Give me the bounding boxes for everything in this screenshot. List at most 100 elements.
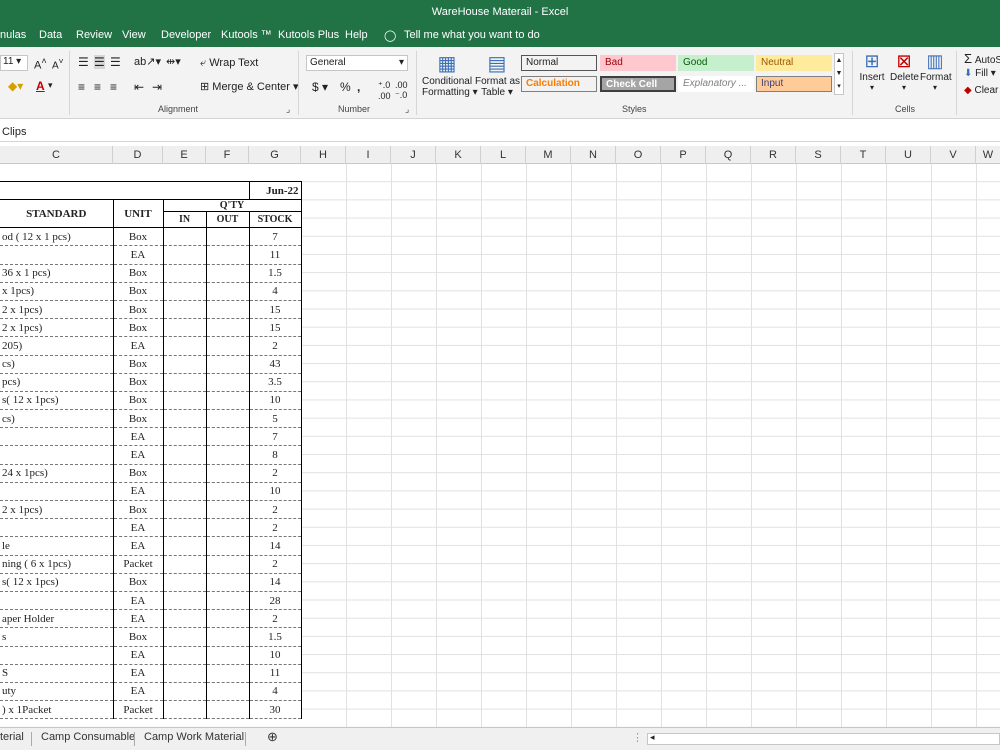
in-cell[interactable]: [162, 354, 207, 374]
standard-cell[interactable]: 205): [0, 336, 114, 356]
decrease-indent-icon[interactable]: ⇤: [134, 80, 144, 94]
style-check-cell[interactable]: Check Cell: [600, 76, 676, 92]
alignment-dialog-launcher-icon[interactable]: ⌟: [286, 104, 290, 115]
stock-cell[interactable]: 7: [248, 227, 302, 247]
tell-me-search[interactable]: Tell me what you want to do: [404, 29, 540, 41]
stock-cell[interactable]: 1.5: [248, 627, 302, 647]
in-cell[interactable]: [162, 536, 207, 556]
header-unit[interactable]: UNIT: [112, 199, 164, 229]
column-header[interactable]: E: [163, 146, 206, 164]
standard-cell[interactable]: od ( 12 x 1 pcs): [0, 227, 114, 247]
out-cell[interactable]: [205, 518, 250, 538]
in-cell[interactable]: [162, 627, 207, 647]
stock-cell[interactable]: 28: [248, 590, 302, 611]
standard-cell[interactable]: [0, 590, 114, 611]
format-button[interactable]: ▥ Format ▾: [920, 51, 952, 92]
stock-cell[interactable]: 15: [248, 299, 302, 320]
in-cell[interactable]: [162, 499, 207, 520]
column-header[interactable]: U: [886, 146, 931, 164]
in-cell[interactable]: [162, 245, 207, 265]
clear-button[interactable]: ◆ Clear: [964, 85, 998, 96]
stock-cell[interactable]: 2: [248, 499, 302, 520]
insert-button[interactable]: ⊞ Insert ▾: [858, 51, 886, 92]
column-header[interactable]: C: [0, 146, 113, 164]
stock-cell[interactable]: 15: [248, 318, 302, 338]
percent-icon[interactable]: %: [340, 80, 351, 94]
style-normal[interactable]: Normal: [521, 55, 597, 71]
stock-cell[interactable]: 10: [248, 390, 302, 411]
tab-help[interactable]: Help: [345, 29, 368, 41]
in-cell[interactable]: [162, 427, 207, 447]
stock-cell[interactable]: 7: [248, 427, 302, 447]
unit-cell[interactable]: EA: [112, 518, 164, 538]
tab-developer[interactable]: Developer: [161, 29, 211, 41]
fill-color-icon[interactable]: ◆▾: [8, 79, 23, 93]
in-cell[interactable]: [162, 445, 207, 465]
stock-cell[interactable]: 2: [248, 518, 302, 538]
standard-cell[interactable]: [0, 518, 114, 538]
stock-cell[interactable]: 14: [248, 572, 302, 592]
unit-cell[interactable]: EA: [112, 645, 164, 665]
standard-cell[interactable]: 2 x 1pcs): [0, 318, 114, 338]
stock-cell[interactable]: 3.5: [248, 372, 302, 392]
unit-cell[interactable]: EA: [112, 427, 164, 447]
standard-cell[interactable]: uty: [0, 681, 114, 702]
out-cell[interactable]: [205, 590, 250, 611]
column-header[interactable]: L: [481, 146, 526, 164]
header-out[interactable]: OUT: [205, 211, 250, 229]
stock-cell[interactable]: 10: [248, 645, 302, 665]
font-size-select[interactable]: 11 ▾: [0, 55, 28, 71]
unit-cell[interactable]: EA: [112, 336, 164, 356]
out-cell[interactable]: [205, 700, 250, 720]
unit-cell[interactable]: Box: [112, 299, 164, 320]
unit-cell[interactable]: Box: [112, 372, 164, 392]
out-cell[interactable]: [205, 681, 250, 702]
align-middle-icon[interactable]: ☰: [94, 55, 105, 69]
style-input[interactable]: Input: [756, 76, 832, 92]
unit-cell[interactable]: Box: [112, 627, 164, 647]
stock-cell[interactable]: 2: [248, 609, 302, 629]
horizontal-scrollbar[interactable]: ◂: [647, 732, 1000, 745]
standard-cell[interactable]: [0, 481, 114, 502]
column-header[interactable]: W: [976, 146, 1000, 164]
standard-cell[interactable]: 2 x 1pcs): [0, 499, 114, 520]
out-cell[interactable]: [205, 245, 250, 265]
out-cell[interactable]: [205, 481, 250, 502]
stock-cell[interactable]: 4: [248, 681, 302, 702]
format-as-table-button[interactable]: ▤ Format as Table ▾: [475, 51, 520, 98]
wrap-text-button[interactable]: ⤶ Wrap Text: [200, 57, 258, 70]
out-cell[interactable]: [205, 463, 250, 483]
standard-cell[interactable]: le: [0, 536, 114, 556]
column-header[interactable]: O: [616, 146, 661, 164]
unit-cell[interactable]: EA: [112, 681, 164, 702]
style-good[interactable]: Good: [678, 55, 754, 71]
standard-cell[interactable]: 24 x 1pcs): [0, 463, 114, 483]
standard-cell[interactable]: [0, 645, 114, 665]
unit-cell[interactable]: EA: [112, 245, 164, 265]
column-header[interactable]: F: [206, 146, 249, 164]
standard-cell[interactable]: ning ( 6 x 1pcs): [0, 554, 114, 574]
out-cell[interactable]: [205, 663, 250, 683]
style-explanatory[interactable]: Explanatory ...: [678, 76, 754, 92]
stock-cell[interactable]: 11: [248, 663, 302, 683]
column-header[interactable]: R: [751, 146, 796, 164]
add-sheet-button[interactable]: ⊕: [267, 729, 278, 745]
in-cell[interactable]: [162, 663, 207, 683]
standard-cell[interactable]: s( 12 x 1pcs): [0, 572, 114, 592]
sheet-tab-camp-consumable[interactable]: Camp Consumable: [41, 731, 135, 743]
in-cell[interactable]: [162, 681, 207, 702]
decrease-decimal-icon[interactable]: .00 ⁻.0: [395, 80, 408, 101]
out-cell[interactable]: [205, 554, 250, 574]
increase-decimal-icon[interactable]: ⁺.0.00: [378, 80, 391, 101]
out-cell[interactable]: [205, 227, 250, 247]
column-header[interactable]: K: [436, 146, 481, 164]
in-cell[interactable]: [162, 572, 207, 592]
align-right-icon[interactable]: ≡: [110, 80, 117, 94]
currency-icon[interactable]: $ ▾: [312, 80, 328, 94]
grow-font-icon[interactable]: A˄: [34, 56, 47, 72]
unit-cell[interactable]: EA: [112, 481, 164, 502]
unit-cell[interactable]: Packet: [112, 700, 164, 720]
stock-cell[interactable]: 8: [248, 445, 302, 465]
out-cell[interactable]: [205, 409, 250, 429]
out-cell[interactable]: [205, 318, 250, 338]
